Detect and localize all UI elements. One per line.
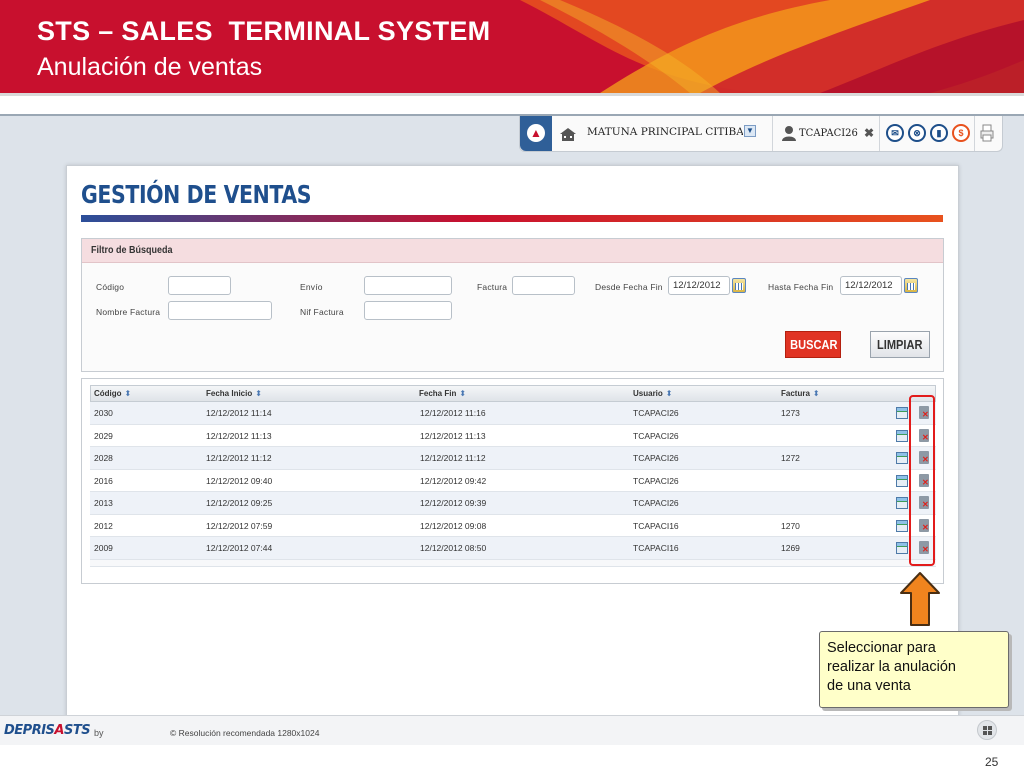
- factura-label: Factura: [477, 282, 508, 292]
- slide-header: STS – SALES TERMINAL SYSTEM Anulación de…: [0, 0, 1024, 93]
- toolbar-divider: [879, 116, 880, 151]
- calendar-icon[interactable]: [732, 278, 746, 293]
- table-row: 2009 12/12/2012 07:44 12/12/2012 08:50 T…: [90, 537, 936, 560]
- nif-factura-label: Nif Factura: [300, 307, 344, 317]
- table-row: 2028 12/12/2012 11:12 12/12/2012 11:12 T…: [90, 447, 936, 470]
- view-sale-icon[interactable]: [896, 452, 908, 464]
- table-header: Código ⬍ Fecha Inicio ⬍ Fecha Fin ⬍ Usuario…: [90, 385, 936, 402]
- callout-line: Seleccionar para: [827, 640, 936, 656]
- nif-factura-input[interactable]: [364, 301, 452, 320]
- table-row: 2029 12/12/2012 11:13 12/12/2012 11:13 T…: [90, 424, 936, 447]
- hasta-fecha-label: Hasta Fecha Fin: [768, 282, 834, 292]
- mail-icon[interactable]: ✉: [886, 124, 904, 142]
- codigo-input[interactable]: [168, 276, 231, 295]
- view-sale-icon[interactable]: [896, 519, 908, 532]
- column-fecha-fin[interactable]: Fecha Fin ⬍: [419, 389, 466, 398]
- nombre-factura-label: Nombre Factura: [96, 307, 161, 317]
- filter-header: Filtro de Búsqueda: [82, 239, 943, 263]
- column-fecha-inicio[interactable]: Fecha Inicio ⬍: [206, 389, 262, 398]
- search-filter: Filtro de Búsqueda Código Envío Factura …: [81, 238, 944, 372]
- view-sale-icon[interactable]: [896, 474, 908, 487]
- resolution-note: © Resolución recomendada 1280x1024: [170, 728, 320, 738]
- page-title: GESTIÓN DE VENTAS: [81, 180, 312, 209]
- lock-icon[interactable]: ▮: [930, 124, 948, 142]
- table-row: 2016 12/12/2012 09:40 12/12/2012 09:42 T…: [90, 469, 936, 492]
- slide-title: STS – SALES TERMINAL SYSTEM: [37, 16, 491, 46]
- desde-fecha-input[interactable]: 12/12/2012: [668, 276, 730, 295]
- cancel-circle-icon[interactable]: ⊗: [908, 124, 926, 142]
- user-icon: [782, 126, 796, 141]
- logo-icon: ▲: [527, 124, 545, 142]
- view-sale-icon[interactable]: [896, 407, 908, 419]
- close-icon[interactable]: ✖: [864, 126, 874, 140]
- clear-button[interactable]: LIMPIAR: [870, 331, 930, 358]
- slide-number: 25: [985, 755, 999, 769]
- view-sale-icon[interactable]: [896, 542, 908, 554]
- nombre-factura-input[interactable]: [168, 301, 272, 320]
- envio-input[interactable]: [364, 276, 452, 295]
- calendar-icon[interactable]: [904, 278, 918, 293]
- toolbar-divider: [772, 116, 773, 151]
- desde-fecha-label: Desde Fecha Fin: [595, 282, 663, 292]
- chevron-down-icon[interactable]: ▼: [744, 125, 756, 137]
- up-arrow-icon: [900, 572, 940, 626]
- home-icon[interactable]: [559, 127, 577, 141]
- table-body: 2030 12/12/2012 11:14 12/12/2012 11:16 T…: [90, 402, 936, 560]
- app-footer: DEPRISASTS by © Resolución recomendada 1…: [0, 715, 1024, 745]
- column-codigo[interactable]: Código ⬍: [94, 389, 131, 398]
- callout-line: realizar la anulación: [827, 659, 956, 675]
- toolbar-divider: [974, 116, 975, 151]
- header-divider: [0, 93, 1024, 96]
- printer-icon[interactable]: [980, 124, 994, 142]
- view-sale-icon[interactable]: [896, 497, 908, 509]
- column-usuario[interactable]: Usuario ⬍: [633, 389, 673, 398]
- envio-label: Envío: [300, 282, 323, 292]
- codigo-label: Código: [96, 282, 125, 292]
- filter-title: Filtro de Búsqueda: [91, 245, 173, 256]
- factura-input[interactable]: [512, 276, 575, 295]
- branch-selector[interactable]: MATUNA PRINCIPAL CITIBANK: [587, 126, 743, 138]
- table-row: 2012 12/12/2012 07:59 12/12/2012 09:08 T…: [90, 514, 936, 537]
- results-table: Código ⬍ Fecha Inicio ⬍ Fecha Fin ⬍ Usuario…: [81, 378, 944, 584]
- search-button[interactable]: BUSCAR: [785, 331, 841, 358]
- footer-by: by: [94, 728, 104, 738]
- slide-subtitle: Anulación de ventas: [37, 53, 263, 81]
- view-sale-icon[interactable]: [896, 429, 908, 442]
- app-logo[interactable]: ▲: [520, 116, 552, 151]
- dollar-icon[interactable]: $: [952, 124, 970, 142]
- table-row: 2030 12/12/2012 11:14 12/12/2012 11:16 T…: [90, 402, 936, 425]
- cancel-column-highlight: [909, 395, 935, 566]
- table-footer: [90, 559, 936, 567]
- callout-line: de una venta: [827, 678, 911, 694]
- instruction-callout: Seleccionar para realizar la anulación d…: [819, 631, 1009, 708]
- top-toolbar: ▲ MATUNA PRINCIPAL CITIBANK ▼ TCAPACI26 …: [519, 116, 1003, 152]
- footer-logo: DEPRISASTS: [4, 723, 91, 738]
- column-factura[interactable]: Factura ⬍: [781, 389, 820, 398]
- current-user: TCAPACI26: [799, 128, 858, 139]
- table-row: 2013 12/12/2012 09:25 12/12/2012 09:39 T…: [90, 492, 936, 515]
- hasta-fecha-input[interactable]: 12/12/2012: [840, 276, 902, 295]
- title-underline: [81, 215, 943, 222]
- apps-grid-icon[interactable]: [977, 720, 997, 740]
